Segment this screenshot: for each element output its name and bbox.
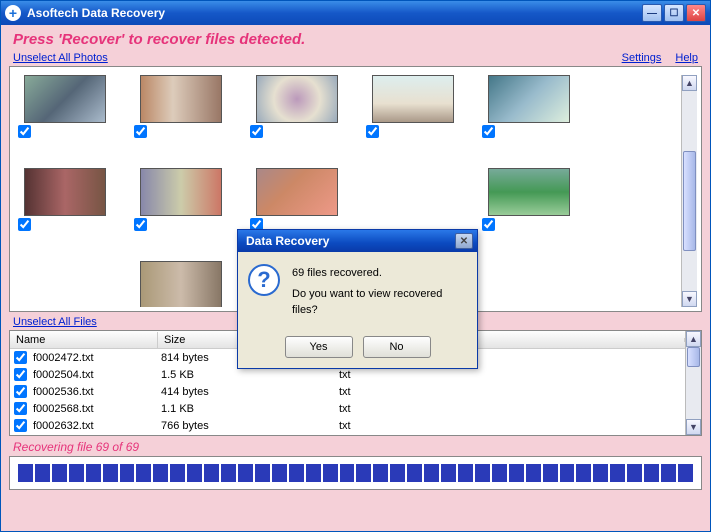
file-ext: txt — [337, 386, 479, 398]
photo-item[interactable] — [134, 261, 228, 307]
file-name: f0002472.txt — [31, 352, 159, 364]
scroll-thumb[interactable] — [687, 347, 700, 367]
photo-item[interactable] — [482, 75, 576, 138]
file-checkbox[interactable] — [14, 385, 27, 398]
file-name: f0002632.txt — [31, 420, 159, 432]
window-controls: — ☐ ✕ — [642, 4, 706, 22]
dialog-line1: 69 files recovered. — [292, 266, 467, 281]
photo-checkbox[interactable] — [482, 125, 495, 138]
photo-item[interactable] — [366, 75, 460, 138]
scroll-down-button[interactable]: ▼ — [686, 419, 701, 435]
minimize-button[interactable]: — — [642, 4, 662, 22]
scroll-track[interactable] — [682, 91, 697, 291]
dialog-close-button[interactable]: ✕ — [455, 233, 473, 249]
file-row[interactable]: f0002632.txt766 bytestxt — [10, 417, 685, 434]
file-name: f0002568.txt — [31, 403, 159, 415]
col-header-blank — [478, 338, 685, 342]
files-scrollbar[interactable]: ▲ ▼ — [685, 331, 701, 435]
app-window: + Asoftech Data Recovery — ☐ ✕ Press 'Re… — [0, 0, 711, 532]
file-checkbox[interactable] — [14, 419, 27, 432]
photo-thumbnail[interactable] — [140, 261, 222, 307]
photo-thumbnail[interactable] — [140, 168, 222, 216]
photos-scrollbar[interactable]: ▲ ▼ — [681, 75, 697, 307]
photo-checkbox[interactable] — [250, 125, 263, 138]
yes-button[interactable]: Yes — [285, 336, 353, 358]
file-size: 766 bytes — [159, 420, 337, 432]
photo-item[interactable] — [250, 75, 344, 138]
scroll-down-button[interactable]: ▼ — [682, 291, 697, 307]
photo-item[interactable] — [134, 75, 228, 138]
photo-thumbnail[interactable] — [256, 168, 338, 216]
file-size: 1.1 KB — [159, 403, 337, 415]
help-link[interactable]: Help — [675, 52, 698, 64]
unselect-all-files-link[interactable]: Unselect All Files — [13, 316, 97, 328]
photo-thumbnail[interactable] — [140, 75, 222, 123]
dialog-body: ? 69 files recovered. Do you want to vie… — [238, 252, 477, 368]
instruction-text: Press 'Recover' to recover files detecte… — [9, 29, 702, 52]
file-ext: txt — [337, 420, 479, 432]
file-ext: txt — [337, 403, 479, 415]
titlebar: + Asoftech Data Recovery — ☐ ✕ — [1, 1, 710, 25]
file-checkbox[interactable] — [14, 368, 27, 381]
photo-checkbox[interactable] — [366, 125, 379, 138]
settings-link[interactable]: Settings — [622, 52, 662, 64]
file-name: f0002504.txt — [31, 369, 159, 381]
photo-checkbox[interactable] — [134, 125, 147, 138]
scroll-up-button[interactable]: ▲ — [686, 331, 701, 347]
file-checkbox[interactable] — [14, 402, 27, 415]
dialog-title: Data Recovery — [246, 234, 455, 248]
dialog-recovery-complete: Data Recovery ✕ ? 69 files recovered. Do… — [237, 229, 478, 369]
photo-thumbnail[interactable] — [488, 168, 570, 216]
window-title: Asoftech Data Recovery — [27, 6, 642, 20]
dialog-text: 69 files recovered. Do you want to view … — [292, 264, 467, 324]
links-row: Unselect All Photos Settings Help — [9, 52, 702, 64]
photo-checkbox[interactable] — [482, 218, 495, 231]
progress-panel — [9, 456, 702, 490]
progress-bar — [18, 464, 693, 482]
file-name: f0002536.txt — [31, 386, 159, 398]
dialog-titlebar: Data Recovery ✕ — [238, 230, 477, 252]
photo-item[interactable] — [366, 168, 460, 231]
file-row[interactable]: f0002568.txt1.1 KBtxt — [10, 400, 685, 417]
question-icon: ? — [248, 264, 280, 296]
file-size: 1.5 KB — [159, 369, 337, 381]
file-row[interactable]: f0002536.txt414 bytestxt — [10, 383, 685, 400]
photo-thumbnail[interactable] — [488, 75, 570, 123]
col-header-name[interactable]: Name — [10, 332, 158, 348]
file-checkbox[interactable] — [14, 351, 27, 364]
file-ext: txt — [337, 369, 479, 381]
photo-checkbox[interactable] — [18, 125, 31, 138]
maximize-button[interactable]: ☐ — [664, 4, 684, 22]
scroll-thumb[interactable] — [683, 151, 696, 251]
app-icon: + — [5, 5, 21, 21]
no-button[interactable]: No — [363, 336, 431, 358]
photo-item[interactable] — [18, 75, 112, 138]
dialog-line2: Do you want to view recovered files? — [292, 287, 467, 318]
content-area: Press 'Recover' to recover files detecte… — [1, 25, 710, 531]
file-size: 414 bytes — [159, 386, 337, 398]
photo-item[interactable] — [250, 168, 344, 231]
status-text: Recovering file 69 of 69 — [9, 436, 702, 456]
photo-checkbox[interactable] — [18, 218, 31, 231]
scroll-track[interactable] — [686, 347, 701, 419]
photo-item[interactable] — [18, 168, 112, 231]
photo-thumbnail[interactable] — [256, 75, 338, 123]
photo-item[interactable] — [134, 168, 228, 231]
photo-thumbnail[interactable] — [24, 75, 106, 123]
close-button[interactable]: ✕ — [686, 4, 706, 22]
photo-checkbox[interactable] — [134, 218, 147, 231]
photo-thumbnail[interactable] — [372, 75, 454, 123]
scroll-up-button[interactable]: ▲ — [682, 75, 697, 91]
photo-item[interactable] — [18, 261, 112, 307]
photo-item[interactable] — [482, 168, 576, 231]
unselect-all-photos-link[interactable]: Unselect All Photos — [13, 52, 108, 64]
photo-thumbnail[interactable] — [24, 168, 106, 216]
